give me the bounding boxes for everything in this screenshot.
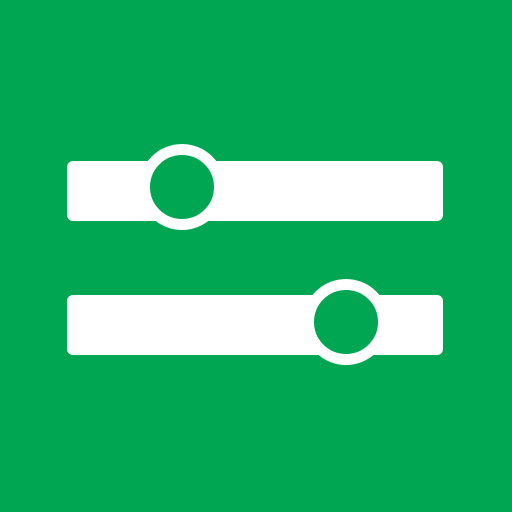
slider-knob-bottom — [303, 279, 389, 365]
slider-track-top — [67, 161, 443, 221]
sliders-icon — [0, 0, 512, 512]
slider-knob-top — [139, 144, 225, 230]
